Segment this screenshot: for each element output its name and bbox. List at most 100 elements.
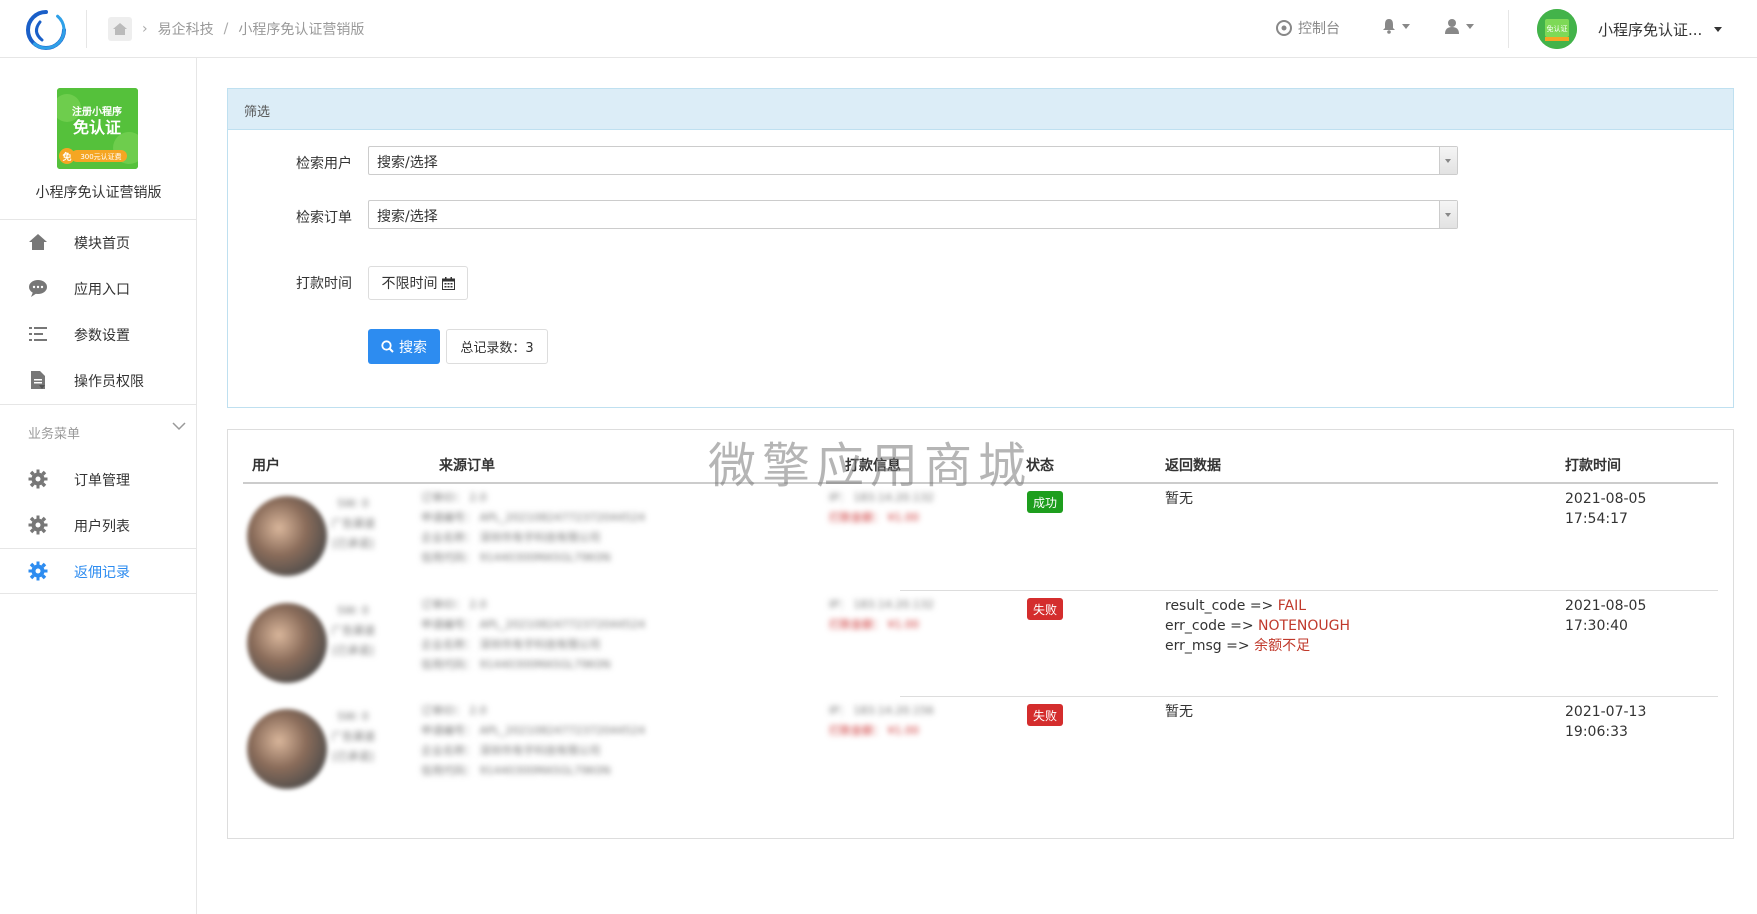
filter-panel-title: 筛选 (228, 89, 1733, 130)
chat-icon (29, 280, 47, 297)
filter-panel: 筛选 检索用户 搜索/选择 检索订单 搜索/选择 打款时间 不限时间 搜索 总记… (227, 88, 1734, 408)
sidebar-item-label: 模块首页 (74, 236, 130, 252)
sidebar-item-settings[interactable]: 参数设置 (0, 312, 197, 356)
notifications-menu[interactable] (1382, 18, 1410, 34)
sidebar: 注册小程序 免认证 免 300元认证费 小程序免认证营销版 模块首页 应用入口 … (0, 58, 197, 914)
pay-time-picker[interactable]: 不限时间 (368, 266, 468, 300)
user-info: SW: 0 广告渠道 [已承诺] (331, 497, 375, 550)
home-icon (29, 234, 47, 250)
sidebar-item-label: 操作员权限 (74, 374, 144, 390)
menu-group-title[interactable]: 业务菜单 (28, 423, 80, 442)
search-icon (381, 340, 394, 353)
current-app-selector[interactable]: 小程序免认证... (1598, 19, 1723, 40)
order-info: 订单ID： 2.0 申请编号： APL_20210824772372044524 企… (421, 598, 646, 671)
gear-icon (28, 561, 48, 581)
column-header-time: 打款时间 (1565, 458, 1621, 474)
user-avatar (247, 496, 327, 576)
file-icon (31, 371, 45, 389)
breadcrumb-separator: / (223, 21, 229, 37)
current-app-name: 小程序免认证... (1598, 21, 1703, 39)
calendar-icon (441, 276, 455, 290)
logo-text-line1: 注册小程序 (72, 105, 122, 118)
order-search-label: 检索订单 (296, 210, 352, 226)
search-button-label: 搜索 (399, 339, 427, 356)
sidebar-item-entry[interactable]: 应用入口 (0, 266, 197, 310)
status-badge: 失败 (1027, 598, 1063, 620)
console-label: 控制台 (1298, 21, 1340, 37)
order-info: 订单ID： 2.0 申请编号： APL_20210824772372044524 企… (421, 491, 646, 564)
table-row: SW: 0 广告渠道 [已承诺] 订单ID： 2.0 申请编号： APL_202108… (243, 591, 1718, 697)
sidebar-item-orders[interactable]: 订单管理 (0, 457, 197, 501)
gear-icon (28, 515, 48, 535)
logo-badge-text: 免 (62, 151, 71, 163)
payment-info: IP： 183.14.20.132 打款金额： ¥1.00 (829, 598, 934, 631)
user-search-label: 检索用户 (296, 156, 352, 172)
app-avatar[interactable]: 免认证 (1537, 9, 1577, 49)
chevron-down-icon[interactable] (1439, 147, 1457, 174)
column-header-order: 来源订单 (439, 458, 495, 474)
app-logo: 注册小程序 免认证 免 300元认证费 (57, 88, 138, 169)
user-avatar (247, 603, 327, 683)
sidebar-item-label: 用户列表 (74, 519, 130, 535)
response-data: 暂无 (1165, 704, 1193, 720)
column-header-response: 返回数据 (1165, 458, 1221, 474)
user-info: SW: 0 广告渠道 [已承诺] (331, 710, 375, 763)
pay-time: 2021-08-05 17:54:17 (1565, 491, 1647, 527)
user-icon (1445, 19, 1459, 34)
total-records: 总记录数：3 (446, 329, 548, 364)
home-icon[interactable] (108, 17, 132, 41)
sidebar-item-commission[interactable]: 返佣记录 (0, 549, 197, 593)
chevron-down-icon[interactable] (1439, 201, 1457, 228)
account-menu[interactable] (1444, 18, 1474, 34)
header-divider (1508, 10, 1509, 48)
user-info: SW: 0 广告渠道 [已承诺] (331, 604, 375, 657)
gear-icon (28, 469, 48, 489)
user-search-select[interactable]: 搜索/选择 (368, 146, 1458, 175)
console-link[interactable]: 控制台 (1276, 18, 1340, 38)
breadcrumb: › 易企科技 / 小程序免认证营销版 (108, 17, 364, 41)
watermark: 微擎应用商城 (708, 438, 1033, 494)
sidebar-item-label: 返佣记录 (74, 565, 130, 581)
status-badge: 失败 (1027, 704, 1063, 726)
chevron-right-icon: › (142, 21, 148, 37)
bell-icon (1383, 19, 1395, 34)
pay-time-value: 不限时间 (381, 276, 438, 292)
payment-info: IP： 183.14.20.156 打款金额： ¥1.00 (829, 704, 934, 737)
column-header-user: 用户 (252, 458, 280, 474)
breadcrumb-item-app[interactable]: 小程序免认证营销版 (238, 19, 364, 39)
sidebar-item-permissions[interactable]: 操作员权限 (0, 358, 197, 402)
divider (0, 404, 197, 405)
chevron-down-icon (1714, 27, 1723, 32)
chevron-down-icon (1402, 23, 1410, 29)
user-search-value: 搜索/选择 (377, 155, 438, 171)
chevron-down-icon (1466, 23, 1474, 29)
pay-time: 2021-07-13 19:06:33 (1565, 704, 1647, 740)
chevron-down-icon[interactable] (172, 421, 186, 431)
status-badge: 成功 (1027, 491, 1063, 513)
dashboard-icon (1276, 20, 1292, 36)
order-search-value: 搜索/选择 (377, 209, 438, 225)
sidebar-item-label: 应用入口 (74, 282, 130, 298)
logo-text-line2: 免认证 (73, 118, 121, 137)
search-button[interactable]: 搜索 (368, 329, 440, 364)
logo-subtext: 300元认证费 (80, 152, 121, 161)
order-info: 订单ID： 2.0 申请编号： APL_20210824772372044524 企… (421, 704, 646, 777)
brand-logo-icon[interactable] (24, 8, 68, 52)
order-search-select[interactable]: 搜索/选择 (368, 200, 1458, 229)
user-avatar (247, 709, 327, 789)
sidebar-item-users[interactable]: 用户列表 (0, 503, 197, 547)
svg-text:免认证: 免认证 (1547, 24, 1568, 33)
pay-time-label: 打款时间 (296, 276, 352, 292)
divider (0, 593, 197, 594)
breadcrumb-item-company[interactable]: 易企科技 (158, 19, 214, 39)
app-name: 小程序免认证营销版 (35, 185, 162, 201)
sidebar-item-label: 参数设置 (74, 328, 130, 344)
pay-time: 2021-08-05 17:30:40 (1565, 598, 1647, 634)
response-data: result_code => FAIL err_code => NOTENOUG… (1165, 598, 1351, 654)
top-bar: › 易企科技 / 小程序免认证营销版 控制台 免认证 小程序免认证... (0, 0, 1757, 58)
list-icon (29, 327, 47, 341)
table-row: SW: 0 广告渠道 [已承诺] 订单ID： 2.0 申请编号： APL_202108… (243, 697, 1718, 803)
header-divider (86, 10, 87, 48)
table-row: SW: 0 广告渠道 [已承诺] 订单ID： 2.0 申请编号： APL_202108… (243, 484, 1718, 590)
sidebar-item-home[interactable]: 模块首页 (0, 220, 197, 264)
